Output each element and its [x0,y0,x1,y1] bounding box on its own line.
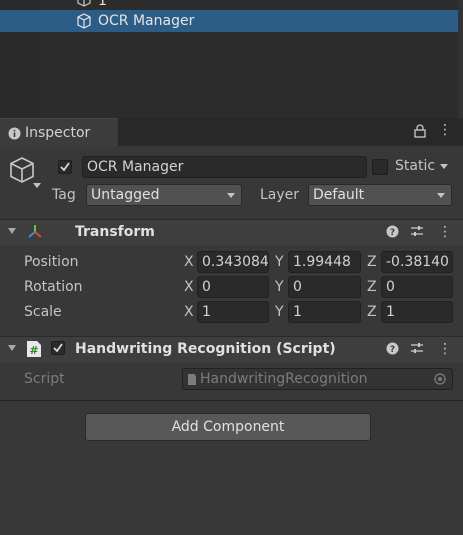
scale-label: Scale [24,304,62,320]
scale-y-input[interactable]: 1 [288,301,361,323]
layer-value: Default [313,187,365,203]
hierarchy-item-label: 1 [98,0,107,9]
gameobject-large-icon [8,156,36,188]
rotation-label: Rotation [24,279,83,295]
rotation-z-value: 0 [386,279,395,295]
hierarchy-item-ocr-manager[interactable]: OCR Manager [0,10,458,32]
axis-z-label[interactable]: Z [367,279,377,295]
rotation-x-value: 0 [202,279,211,295]
foldout-arrow-icon[interactable] [8,345,16,351]
tag-dropdown[interactable]: Untagged [86,184,242,206]
scale-z-input[interactable]: 1 [381,301,453,323]
icon-dropdown-caret[interactable] [33,183,41,188]
tag-value: Untagged [91,187,160,203]
lock-icon[interactable] [414,124,426,142]
preset-icon[interactable] [410,225,424,242]
script-enabled-checkbox[interactable] [51,341,65,355]
static-label: Static [395,158,436,174]
object-name-value: OCR Manager [87,159,184,175]
rotation-x-input[interactable]: 0 [197,276,269,298]
tab-label: Inspector [25,125,91,141]
scale-y-value: 1 [293,304,302,320]
more-options-icon[interactable]: ⋮ [438,341,452,357]
help-icon[interactable]: ? [386,342,399,359]
rotation-z-input[interactable]: 0 [381,276,453,298]
position-label: Position [24,254,79,270]
rotation-y-value: 0 [293,279,302,295]
more-options-icon[interactable]: ⋮ [438,224,452,240]
script-object-field: HandwritingRecognition [182,368,453,390]
component-divider [0,400,463,401]
add-component-button[interactable]: Add Component [85,413,371,441]
axis-z-label[interactable]: Z [367,254,377,270]
axis-x-label[interactable]: X [184,279,194,295]
script-field-value: HandwritingRecognition [200,371,368,387]
axis-y-label[interactable]: Y [275,279,284,295]
gameobject-icon [76,13,92,29]
static-checkbox[interactable] [372,159,388,175]
object-name-input[interactable]: OCR Manager [82,156,367,178]
position-x-value: 0.343084 [202,254,269,270]
svg-text:#: # [29,344,38,357]
position-z-input[interactable]: -0.38140 [381,251,453,273]
scale-x-value: 1 [202,304,211,320]
transform-title: Transform [75,224,155,240]
scale-z-value: 1 [386,304,395,320]
position-y-value: 1.99448 [293,254,351,270]
scale-x-input[interactable]: 1 [197,301,269,323]
svg-text:?: ? [390,228,395,238]
axis-x-label[interactable]: X [184,304,194,320]
position-x-input[interactable]: 0.343084 [197,251,269,273]
layer-dropdown[interactable]: Default [308,184,452,206]
tag-label: Tag [52,187,76,203]
static-dropdown-caret[interactable] [440,164,448,169]
axis-y-label[interactable]: Y [275,304,284,320]
object-picker-icon[interactable] [434,373,446,385]
svg-text:?: ? [390,345,395,355]
script-file-icon [187,373,197,386]
chevron-down-icon [227,193,235,198]
axis-x-label[interactable]: X [184,254,194,270]
help-icon[interactable]: ? [386,225,399,242]
transform-icon [26,223,44,245]
preset-icon[interactable] [410,342,424,359]
position-y-input[interactable]: 1.99448 [288,251,361,273]
layer-label: Layer [260,187,300,203]
add-component-label: Add Component [171,419,285,435]
hierarchy-scrollbar[interactable] [458,0,463,118]
chevron-down-icon [437,193,445,198]
info-icon [8,127,21,140]
position-z-value: -0.38140 [386,254,449,270]
script-component-title: Handwriting Recognition (Script) [75,341,336,357]
axis-y-label[interactable]: Y [275,254,284,270]
active-checkbox[interactable] [58,160,72,174]
script-field-label: Script [24,371,65,387]
csharp-script-icon: # [26,340,42,362]
rotation-y-input[interactable]: 0 [288,276,361,298]
tab-inspector[interactable]: Inspector [0,118,118,147]
axis-z-label[interactable]: Z [367,304,377,320]
hierarchy-item-label: OCR Manager [98,13,195,29]
more-options-icon[interactable]: ⋮ [438,123,452,137]
foldout-arrow-icon[interactable] [8,228,16,234]
